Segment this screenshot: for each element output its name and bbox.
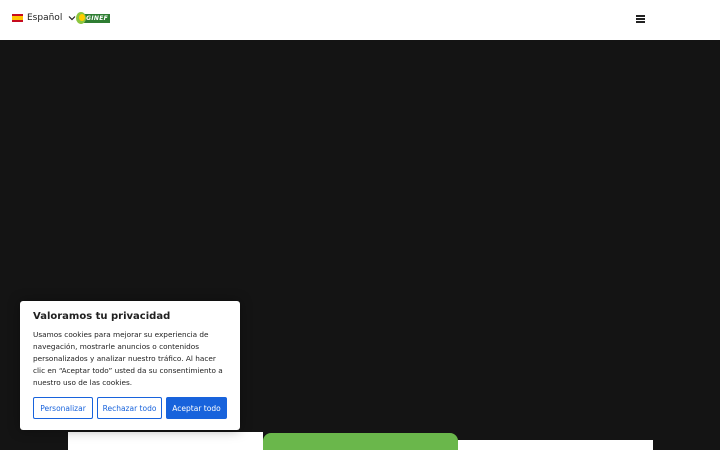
logo-text: GINEF [84, 13, 110, 23]
cookie-banner-actions: Personalizar Rechazar todo Aceptar todo [33, 397, 227, 419]
hamburger-menu-icon[interactable] [636, 15, 645, 23]
logo-emblem-icon [76, 12, 87, 24]
language-label: Español [27, 13, 63, 23]
feature-card-3 [458, 440, 653, 450]
cookie-banner-text: Usamos cookies para mejorar su experienc… [33, 330, 223, 387]
site-header: Español GINEF [0, 0, 720, 40]
spain-flag-icon [12, 14, 23, 22]
site-logo[interactable]: GINEF [76, 11, 110, 25]
cookie-consent-banner: Valoramos tu privacidad Usamos cookies p… [20, 301, 240, 430]
cookie-banner-title: Valoramos tu privacidad [33, 311, 171, 322]
accept-all-button[interactable]: Aceptar todo [166, 397, 227, 419]
feature-card-2 [263, 433, 458, 450]
reject-all-button[interactable]: Rechazar todo [97, 397, 162, 419]
feature-card-1 [68, 432, 263, 450]
language-selector[interactable]: Español [12, 10, 76, 26]
customize-button[interactable]: Personalizar [33, 397, 93, 419]
